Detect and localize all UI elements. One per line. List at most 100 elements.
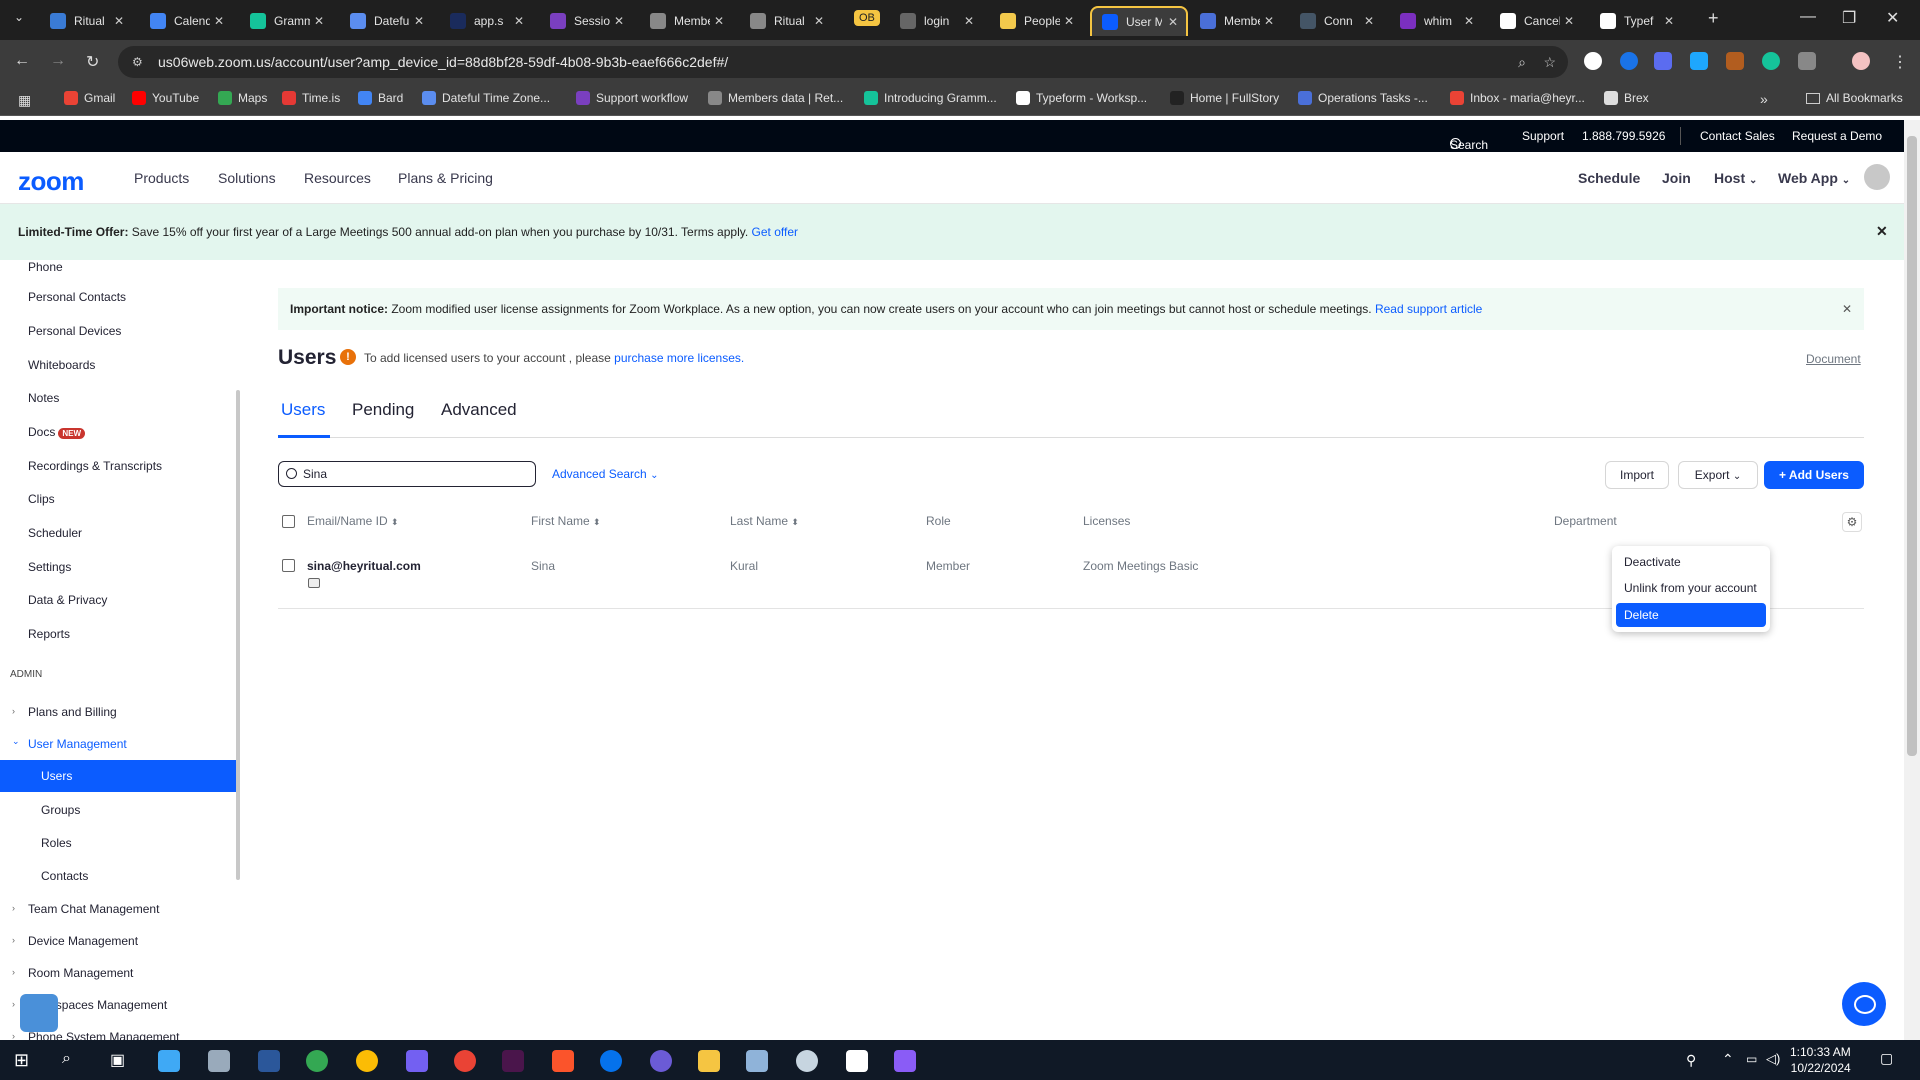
tab-close-icon[interactable]: ✕	[1364, 14, 1374, 28]
browser-tab[interactable]: Members ✕	[1190, 6, 1282, 36]
tab-close-icon[interactable]: ✕	[1664, 14, 1674, 28]
sidebar-item-recordings[interactable]: Recordings & Transcripts	[28, 459, 162, 473]
browser-tab[interactable]: Conn ✕	[1290, 6, 1382, 36]
taskbar-app-calculator-icon[interactable]	[208, 1050, 230, 1072]
tab-close-icon[interactable]: ✕	[1264, 14, 1274, 28]
bookmark-item[interactable]: Brex	[1604, 91, 1649, 105]
taskbar-app-steam-icon[interactable]	[796, 1050, 818, 1072]
sidebar-item-personal-contacts[interactable]: Personal Contacts	[28, 290, 126, 304]
reload-icon[interactable]: ↻	[86, 52, 99, 72]
import-button[interactable]: Import	[1605, 461, 1669, 489]
bookmark-item[interactable]: Bard	[358, 91, 403, 105]
tab-close-icon[interactable]: ✕	[1064, 14, 1074, 28]
url-input[interactable]: ⚙ us06web.zoom.us/account/user?amp_devic…	[118, 46, 1568, 78]
extension-icon-6[interactable]	[1762, 52, 1780, 70]
chat-support-icon[interactable]	[1842, 982, 1886, 1026]
document-link[interactable]: Document	[1806, 352, 1861, 366]
promo-close-icon[interactable]: ✕	[1876, 223, 1888, 240]
sidebar-item-phone[interactable]: Phone	[28, 260, 63, 274]
taskbar-app-settings-icon[interactable]	[650, 1050, 672, 1072]
tab-close-icon[interactable]: ✕	[414, 14, 424, 28]
col-header-email[interactable]: Email/Name ID ⬍	[307, 514, 399, 528]
page-scrollbar-thumb[interactable]	[1907, 136, 1917, 756]
col-header-last-name[interactable]: Last Name ⬍	[730, 514, 799, 528]
close-window-icon[interactable]: ✕	[1886, 8, 1899, 28]
sidebar-item-user-management[interactable]: User Management	[28, 737, 127, 751]
purchase-licenses-link[interactable]: purchase more licenses.	[614, 351, 744, 365]
top-phone-link[interactable]: 1.888.799.5926	[1582, 129, 1665, 143]
taskbar-app-notion-icon[interactable]	[846, 1050, 868, 1072]
new-tab-button[interactable]: +	[1708, 8, 1719, 29]
tab-close-icon[interactable]: ✕	[1464, 14, 1474, 28]
user-search-input[interactable]: Sina	[278, 461, 536, 487]
apps-grid-icon[interactable]: ▦	[18, 92, 31, 109]
sidebar-item-personal-devices[interactable]: Personal Devices	[28, 324, 121, 338]
sidebar-item-plans-billing[interactable]: Plans and Billing	[28, 705, 117, 719]
bookmark-item[interactable]: Members data | Ret...	[708, 91, 843, 105]
sidebar-item-scheduler[interactable]: Scheduler	[28, 526, 82, 540]
sidebar-item-docs[interactable]: Docs NEW	[28, 425, 86, 439]
sidebar-item-room-mgmt[interactable]: Room Management	[28, 966, 133, 980]
extension-icon-3[interactable]	[1654, 52, 1672, 70]
bookmark-item[interactable]: Time.is	[282, 91, 340, 105]
top-request-demo-link[interactable]: Request a Demo	[1792, 129, 1882, 143]
bookmark-item[interactable]: Support workflow	[576, 91, 688, 105]
sidebar-item-groups[interactable]: Groups	[41, 803, 80, 817]
browser-tab[interactable]: Dateful ✕	[340, 6, 432, 36]
taskbar-app-slack-icon[interactable]	[502, 1050, 524, 1072]
network-icon[interactable]: ▭	[1746, 1052, 1757, 1066]
nav-join[interactable]: Join	[1662, 170, 1691, 186]
browser-tab[interactable]: login ✕	[890, 6, 982, 36]
notification-center-icon[interactable]: ▢	[1880, 1050, 1893, 1067]
page-scrollbar[interactable]	[1904, 120, 1920, 1040]
sidebar-item-device-mgmt[interactable]: Device Management	[28, 934, 138, 948]
site-info-icon[interactable]: ⚙	[132, 46, 143, 78]
export-button[interactable]: Export ⌄	[1678, 461, 1758, 489]
tab-close-icon[interactable]: ✕	[514, 14, 524, 28]
sidebar-item-clips[interactable]: Clips	[28, 492, 55, 506]
browser-tab[interactable]: Ritual ✕	[740, 6, 832, 36]
row-checkbox[interactable]	[282, 559, 295, 572]
extension-icon-1[interactable]	[1584, 52, 1602, 70]
profile-avatar-icon[interactable]	[1852, 52, 1870, 70]
taskbar-app-notepad-icon[interactable]	[158, 1050, 180, 1072]
sidebar-item-contacts[interactable]: Contacts	[41, 869, 88, 883]
browser-tab[interactable]: Session ✕	[540, 6, 632, 36]
browser-tab[interactable]: Members ✕	[640, 6, 732, 36]
browser-tab[interactable]: People ✕	[990, 6, 1082, 36]
tab-close-icon[interactable]: ✕	[814, 14, 824, 28]
tab-close-icon[interactable]: ✕	[714, 14, 724, 28]
extension-icon-2[interactable]	[1620, 52, 1638, 70]
taskbar-app-1password-icon[interactable]	[600, 1050, 622, 1072]
browser-tab[interactable]: Ritual ✕	[40, 6, 132, 36]
taskbar-app-word-icon[interactable]	[258, 1050, 280, 1072]
bookmark-item[interactable]: Gmail	[64, 91, 115, 105]
menu-item-deactivate[interactable]: Deactivate	[1616, 550, 1766, 574]
tab-close-icon[interactable]: ✕	[114, 14, 124, 28]
bookmarks-overflow-button[interactable]: »	[1760, 91, 1768, 107]
bookmark-item[interactable]: Maps	[218, 91, 267, 105]
taskbar-clock[interactable]: 1:10:33 AM 10/22/2024	[1790, 1044, 1851, 1076]
nav-web-app[interactable]: Web App ⌄	[1778, 170, 1850, 186]
nav-products[interactable]: Products	[134, 170, 189, 186]
sidebar-item-notes[interactable]: Notes	[28, 391, 59, 405]
top-contact-sales-link[interactable]: Contact Sales	[1700, 129, 1775, 143]
tab-close-icon[interactable]: ✕	[1168, 15, 1178, 29]
bookmark-item[interactable]: Home | FullStory	[1170, 91, 1279, 105]
bookmark-item[interactable]: Inbox - maria@heyr...	[1450, 91, 1585, 105]
tab-users[interactable]: Users	[281, 400, 325, 420]
task-view-icon[interactable]: ▣	[110, 1050, 125, 1070]
nav-host[interactable]: Host ⌄	[1714, 170, 1757, 186]
browser-tab[interactable]: whim ✕	[1390, 6, 1482, 36]
add-users-button[interactable]: + Add Users	[1764, 461, 1864, 489]
nav-solutions[interactable]: Solutions	[218, 170, 276, 186]
taskbar-app-chrome-icon[interactable]	[306, 1050, 328, 1072]
tab-close-icon[interactable]: ✕	[614, 14, 624, 28]
taskbar-app-brave-icon[interactable]	[552, 1050, 574, 1072]
sidebar-item-data-privacy[interactable]: Data & Privacy	[28, 593, 107, 607]
taskbar-app-viber-icon[interactable]	[406, 1050, 428, 1072]
select-all-checkbox[interactable]	[282, 515, 295, 528]
notice-close-icon[interactable]: ✕	[1842, 288, 1852, 330]
sidebar-item-team-chat-mgmt[interactable]: Team Chat Management	[28, 902, 159, 916]
tab-group-badge[interactable]: OB	[854, 10, 880, 26]
